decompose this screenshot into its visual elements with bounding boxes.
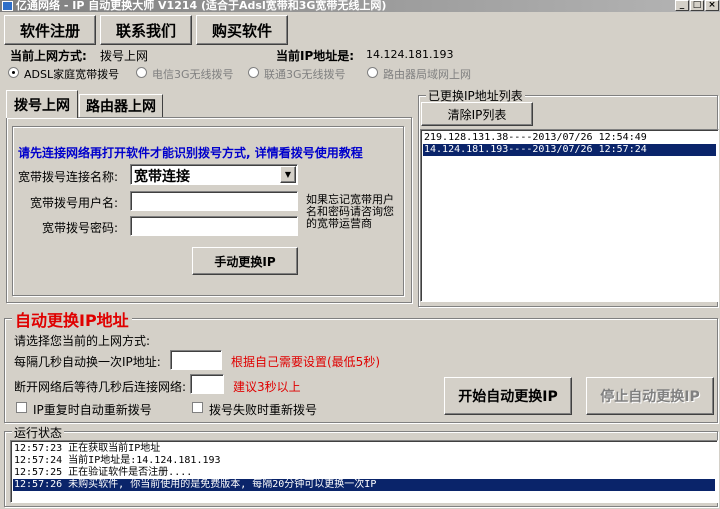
title-bar: 亿通网络 - IP 自动更换大师 V1214 (适合于Adsl宽带和3G宽带无线… [0, 0, 720, 12]
current-ip: 14.124.181.193 [366, 48, 454, 61]
radio-unicom-3g[interactable] [248, 67, 259, 78]
contact-button[interactable]: 联系我们 [100, 15, 192, 45]
radio-telecom-3g-label: 电信3G无线拨号 [152, 68, 234, 81]
radio-unicom-3g-label: 联通3G无线拨号 [264, 68, 346, 81]
dropdown-arrow-icon[interactable]: ▼ [280, 166, 296, 183]
reconnect-input[interactable] [190, 374, 224, 394]
log-entry: 12:57:25 正在验证软件是否注册.... [14, 467, 193, 478]
maximize-button[interactable]: □ [690, 0, 704, 11]
list-item[interactable]: 219.128.131.38----2013/07/26 12:54:49 [423, 132, 716, 144]
log-entry: 12:57:23 正在获取当前IP地址 [14, 443, 161, 454]
choose-mode-label: 请选择您当前的上网方式: [14, 334, 151, 348]
app-icon [2, 1, 13, 11]
tab-dial[interactable]: 拨号上网 [6, 90, 78, 118]
radio-router[interactable] [367, 67, 378, 78]
start-auto-button[interactable]: 开始自动更换IP [444, 377, 572, 415]
log-entry: 12:57:24 当前IP地址是:14.124.181.193 [14, 455, 221, 466]
minimize-button[interactable]: _ [675, 0, 689, 11]
pass-input[interactable] [130, 216, 298, 236]
fail-redial-checkbox[interactable] [192, 402, 203, 413]
user-label: 宽带拨号用户名: [30, 196, 119, 210]
close-button[interactable]: × [705, 0, 719, 11]
mode-label: 当前上网方式: [10, 49, 87, 63]
window-title: 亿通网络 - IP 自动更换大师 V1214 (适合于Adsl宽带和3G宽带无线… [16, 0, 387, 12]
interval-input[interactable] [170, 350, 222, 370]
buy-button[interactable]: 购买软件 [196, 15, 288, 45]
auto-title: 自动更换IP地址 [12, 307, 132, 331]
repeat-redial-checkbox[interactable] [16, 402, 27, 413]
stop-auto-button[interactable]: 停止自动更换IP [586, 377, 714, 415]
log-list[interactable]: 12:57:23 正在获取当前IP地址 12:57:24 当前IP地址是:14.… [10, 440, 718, 503]
pass-label: 宽带拨号密码: [42, 221, 119, 235]
mode-value: 拨号上网 [100, 49, 149, 63]
ip-label: 当前IP地址是: [276, 49, 355, 63]
list-item[interactable]: 14.124.181.193----2013/07/26 12:57:24 [423, 144, 716, 156]
radio-router-label: 路由器局域网上网 [383, 68, 471, 81]
log-title: 运行状态 [12, 424, 65, 441]
conn-name-label: 宽带拨号连接名称: [18, 170, 119, 184]
conn-name-value: 宽带连接 [134, 169, 190, 185]
reconnect-label: 断开网络后等待几秒后连接网络: [14, 380, 187, 394]
radio-adsl-label: ADSL家庭宽带拨号 [24, 68, 120, 81]
user-input[interactable] [130, 191, 298, 211]
interval-label: 每隔几秒自动换一次IP地址: [14, 355, 161, 369]
interval-hint: 根据自己需要设置(最低5秒) [231, 355, 380, 369]
log-entry: 12:57:26 未购买软件, 你当前使用的是免费版本, 每隔20分钟可以更换一… [13, 479, 715, 491]
conn-name-select[interactable]: 宽带连接 ▼ [130, 164, 298, 185]
side-note: 如果忘记宽带用户名和密码请咨询您的宽带运营商 [306, 193, 394, 230]
radio-telecom-3g[interactable] [136, 67, 147, 78]
manual-change-ip-button[interactable]: 手动更换IP [192, 247, 298, 275]
repeat-redial-label: IP重复时自动重新拨号 [33, 403, 152, 417]
reconnect-hint: 建议3秒以上 [233, 380, 301, 394]
radio-adsl[interactable] [8, 67, 19, 78]
dial-hint: 请先连接网络再打开软件才能识别拨号方式, 详情看拨号使用教程 [18, 146, 363, 160]
clear-ip-list-button[interactable]: 清除IP列表 [421, 102, 533, 126]
fail-redial-label: 拨号失败时重新拨号 [209, 403, 318, 417]
register-button[interactable]: 软件注册 [4, 15, 96, 45]
ip-list[interactable]: 219.128.131.38----2013/07/26 12:54:49 14… [420, 129, 719, 302]
tab-router[interactable]: 路由器上网 [79, 94, 163, 118]
